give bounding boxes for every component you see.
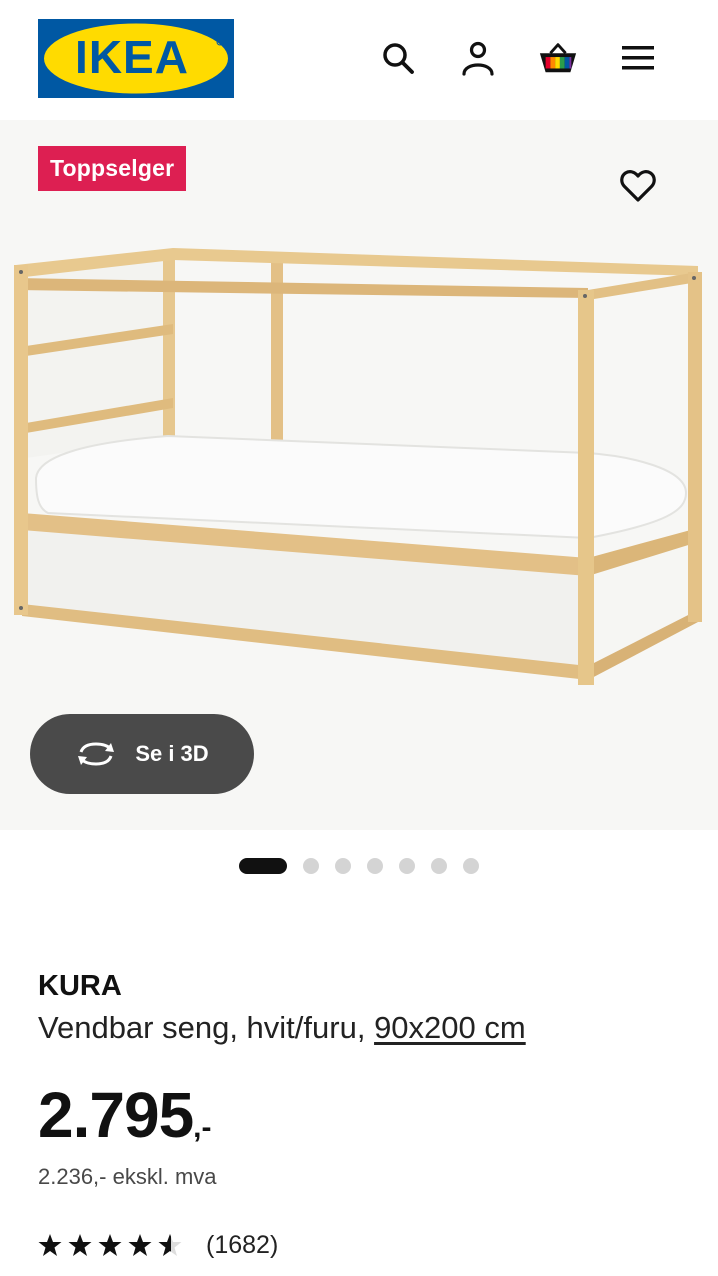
product-description: Vendbar seng, hvit/furu, 90x200 cm (38, 1010, 526, 1046)
rotate-3d-icon (78, 742, 115, 766)
gallery-dot[interactable] (367, 858, 383, 874)
gallery-dot[interactable] (463, 858, 479, 874)
view-in-3d-label: Se i 3D (135, 741, 209, 766)
view-in-3d-button[interactable]: Se i 3D (30, 714, 254, 794)
profile-button[interactable] (458, 38, 498, 78)
basket-icon (539, 43, 577, 73)
star-icon (38, 1234, 62, 1256)
gallery-dot[interactable] (399, 858, 415, 874)
product-type: Vendbar seng, hvit/furu, (38, 1010, 366, 1045)
star-icon (128, 1234, 152, 1256)
star-half-icon (158, 1234, 182, 1256)
menu-icon (622, 46, 654, 70)
price-excl-vat: 2.236,- ekskl. mva (38, 1164, 217, 1189)
gallery-dot[interactable] (335, 858, 351, 874)
product-name: KURA (38, 970, 122, 1002)
price-main: 2.795 (38, 1079, 194, 1151)
cart-button[interactable] (538, 38, 578, 78)
gallery-dot[interactable] (303, 858, 319, 874)
star-icon (98, 1234, 122, 1256)
gallery-pagination (0, 856, 718, 876)
size-link[interactable]: 90x200 cm (374, 1010, 526, 1045)
top-header: IKEA (0, 0, 718, 110)
menu-button[interactable] (618, 38, 658, 78)
user-icon (462, 41, 494, 76)
gallery-dot[interactable] (431, 858, 447, 874)
heart-icon (620, 170, 656, 202)
gallery-dot[interactable] (239, 858, 287, 874)
topseller-badge: Toppselger (38, 146, 187, 191)
svg-text:IKEA: IKEA (75, 31, 189, 83)
rating-summary[interactable]: (1682) (38, 1228, 278, 1262)
star-icon (68, 1234, 92, 1256)
search-button[interactable] (378, 38, 418, 78)
rating-stars (38, 1233, 182, 1257)
search-icon (383, 43, 414, 74)
favourite-button[interactable] (614, 162, 662, 210)
product-price: 2.795,- (38, 1078, 211, 1152)
price-suffix: ,- (193, 1111, 212, 1144)
product-image-bed (14, 248, 702, 685)
ikea-logo[interactable]: IKEA (38, 19, 234, 98)
review-count: (1682) (206, 1230, 279, 1259)
